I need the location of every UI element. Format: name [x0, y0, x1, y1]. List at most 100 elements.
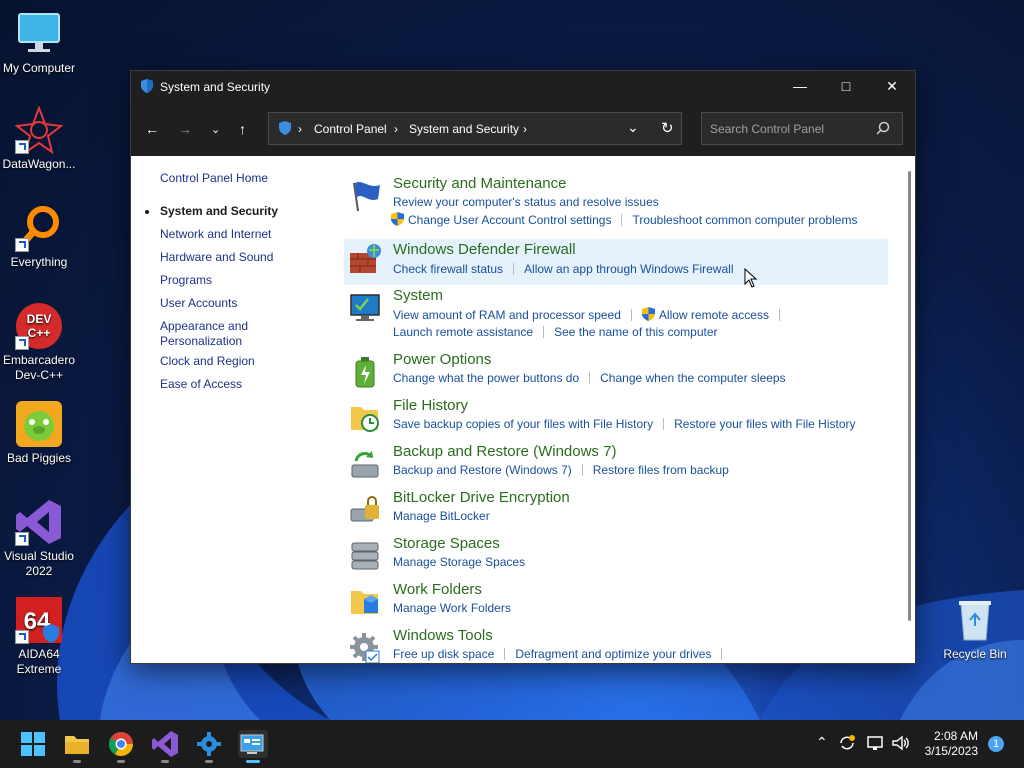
recycle-bin-icon: [951, 596, 999, 644]
maximize-button[interactable]: □: [823, 71, 869, 101]
link-save-backup-copies[interactable]: Save backup copies of your files with Fi…: [393, 417, 653, 431]
sidebar-item-label: System and Security: [160, 204, 279, 218]
search-box[interactable]: Search Control Panel: [701, 112, 903, 145]
link-manage-bitlocker[interactable]: Manage BitLocker: [393, 509, 490, 523]
desktop-icon-bad-piggies[interactable]: Bad Piggies: [0, 400, 78, 466]
link-launch-remote-assistance[interactable]: Launch remote assistance: [393, 325, 533, 339]
link-defragment-drives[interactable]: Defragment and optimize your drives: [515, 647, 711, 661]
category-title[interactable]: Work Folders: [393, 581, 482, 598]
category-title[interactable]: Power Options: [393, 351, 491, 368]
link-computer-sleeps[interactable]: Change when the computer sleeps: [600, 371, 785, 385]
link-restore-files-file-history[interactable]: Restore your files with File History: [674, 417, 855, 431]
sidebar-item-clock-and-region[interactable]: Clock and Region: [160, 354, 330, 369]
taskbar-visual-studio[interactable]: [151, 730, 179, 763]
up-arrow-icon[interactable]: ↑: [239, 121, 246, 137]
category-windows-defender-firewall: Windows Defender Firewall Check firewall…: [344, 239, 888, 285]
desktop-icon-recycle-bin[interactable]: Recycle Bin: [936, 596, 1014, 662]
mouse-cursor-icon: [744, 268, 758, 288]
backup-restore-icon: [348, 447, 382, 481]
desktop-icon-visual-studio[interactable]: Visual Studio 2022: [0, 498, 78, 579]
clock-date: 3/15/2023: [924, 744, 978, 758]
forward-arrow-icon[interactable]: →: [178, 121, 192, 137]
work-folders-icon: [348, 585, 382, 619]
datawagon-icon: [14, 105, 64, 155]
clock-time: 2:08 AM: [933, 729, 978, 743]
category-power-options: Power Options Change what the power butt…: [344, 351, 888, 391]
desktop-icon-datawagon[interactable]: DataWagon...: [0, 105, 78, 172]
sidebar-item-network-and-internet[interactable]: Network and Internet: [160, 227, 330, 242]
link-see-computer-name[interactable]: See the name of this computer: [554, 325, 717, 339]
desktop-icon-everything[interactable]: Everything: [0, 204, 78, 270]
uac-shield-icon: [391, 212, 404, 226]
category-title[interactable]: System: [393, 287, 443, 304]
link-change-uac[interactable]: Change User Account Control settings: [408, 213, 611, 227]
control-panel-icon: [240, 734, 264, 754]
scrollbar[interactable]: [908, 171, 911, 621]
address-shield-icon: [278, 121, 292, 138]
link-allow-app-through-firewall[interactable]: Allow an app through Windows Firewall: [524, 262, 733, 276]
close-button[interactable]: ✕: [869, 71, 915, 101]
link-power-buttons[interactable]: Change what the power buttons do: [393, 371, 579, 385]
link-troubleshoot[interactable]: Troubleshoot common computer problems: [632, 213, 857, 227]
refresh-icon[interactable]: ↻: [661, 119, 674, 137]
link-restore-files-from-backup[interactable]: Restore files from backup: [593, 463, 729, 477]
file-history-icon: [348, 401, 382, 435]
desktop-icon-label: Everything: [10, 255, 68, 269]
link-backup-and-restore[interactable]: Backup and Restore (Windows 7): [393, 463, 572, 477]
address-bar[interactable]: › Control Panel › System and Security › …: [268, 112, 682, 145]
category-title[interactable]: File History: [393, 397, 468, 414]
sidebar-item-appearance[interactable]: Appearance and Personalization: [160, 319, 270, 349]
taskbar-control-panel[interactable]: [238, 730, 268, 763]
breadcrumb-control-panel[interactable]: Control Panel: [314, 122, 387, 136]
recent-chevron-down-icon[interactable]: ⌄: [211, 123, 220, 136]
link-manage-storage-spaces[interactable]: Manage Storage Spaces: [393, 555, 525, 569]
sidebar-item-ease-of-access[interactable]: Ease of Access: [160, 377, 330, 392]
clock[interactable]: 2:08 AM 3/15/2023: [920, 729, 978, 759]
link-view-ram-processor[interactable]: View amount of RAM and processor speed: [393, 308, 621, 322]
sidebar-item-programs[interactable]: Programs: [160, 273, 330, 288]
desktop-icon-label: DataWagon...: [2, 157, 76, 171]
minimize-button[interactable]: —: [777, 71, 823, 101]
sync-icon[interactable]: [838, 734, 856, 755]
link-review-status[interactable]: Review your computer's status and resolv…: [393, 195, 659, 209]
category-windows-tools: Windows Tools Free up disk space Defragme…: [344, 627, 888, 663]
link-free-up-disk-space[interactable]: Free up disk space: [393, 647, 494, 661]
flag-icon: [348, 179, 382, 213]
network-icon[interactable]: [866, 735, 884, 754]
sidebar-item-hardware-and-sound[interactable]: Hardware and Sound: [160, 250, 330, 265]
category-title[interactable]: Storage Spaces: [393, 535, 500, 552]
desktop-icon-aida64[interactable]: 64 AIDA64 Extreme: [0, 596, 78, 677]
breadcrumb-separator: ›: [523, 122, 527, 136]
show-hidden-icons-chevron-icon[interactable]: ⌃: [816, 734, 828, 751]
category-security-and-maintenance: Security and Maintenance Review your com…: [344, 175, 888, 235]
category-title[interactable]: BitLocker Drive Encryption: [393, 489, 570, 506]
category-title[interactable]: Windows Defender Firewall: [393, 241, 576, 258]
link-allow-remote-access[interactable]: Allow remote access: [659, 308, 769, 322]
navigation-bar: ← → ⌄ ↑ › Control Panel › System and Sec…: [131, 101, 915, 156]
volume-icon[interactable]: [891, 735, 911, 754]
sidebar-item-control-panel-home[interactable]: Control Panel Home: [160, 171, 330, 186]
title-bar[interactable]: System and Security — □ ✕: [131, 71, 915, 101]
category-title[interactable]: Windows Tools: [393, 627, 493, 644]
start-button[interactable]: [19, 730, 47, 758]
address-dropdown-chevron-icon[interactable]: ⌄: [627, 119, 639, 136]
search-input[interactable]: Search Control Panel: [710, 122, 824, 136]
link-check-firewall-status[interactable]: Check firewall status: [393, 262, 503, 276]
breadcrumb-separator: ›: [394, 122, 398, 136]
breadcrumb-system-and-security[interactable]: System and Security: [409, 122, 519, 136]
taskbar-file-explorer[interactable]: [63, 730, 91, 763]
notification-badge[interactable]: 1: [988, 736, 1004, 752]
sidebar-item-system-and-security[interactable]: System and Security: [145, 204, 330, 219]
desktop-icon-my-computer[interactable]: My Computer: [0, 10, 78, 76]
desktop-icon-devcpp[interactable]: DEV C++ Embarcadero Dev-C++: [0, 302, 78, 383]
taskbar-settings-app[interactable]: [195, 730, 223, 763]
category-title[interactable]: Backup and Restore (Windows 7): [393, 443, 616, 460]
sidebar-item-user-accounts[interactable]: User Accounts: [160, 296, 330, 311]
window-title: System and Security: [160, 80, 271, 94]
svg-text:DEV: DEV: [27, 312, 52, 326]
taskbar-chrome[interactable]: [107, 730, 135, 763]
link-manage-work-folders[interactable]: Manage Work Folders: [393, 601, 511, 615]
visual-studio-icon: [15, 498, 63, 546]
back-arrow-icon[interactable]: ←: [145, 121, 159, 137]
category-title[interactable]: Security and Maintenance: [393, 175, 566, 192]
